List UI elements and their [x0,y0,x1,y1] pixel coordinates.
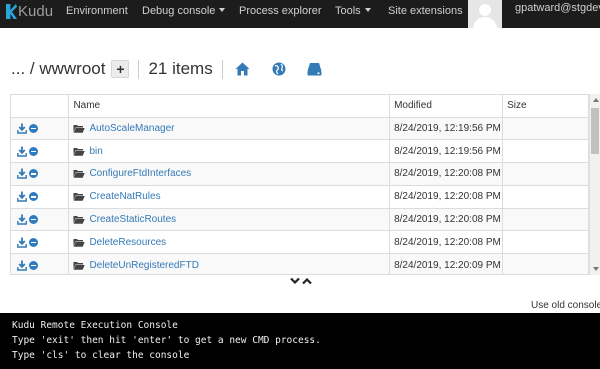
download-icon[interactable] [17,191,27,202]
item-count: 21 items [148,59,213,78]
folder-link[interactable]: CreateNatRules [89,191,160,202]
delete-icon[interactable] [29,146,38,156]
folder-open-icon [73,238,86,247]
row-actions [11,117,70,141]
nav-tools[interactable]: Tools [335,0,371,28]
folder-open-icon [73,261,86,270]
modified-cell: 8/24/2019, 12:20:09 PM [389,253,504,274]
scroll-down-icon[interactable] [593,267,599,271]
delete-icon[interactable] [29,169,38,179]
size-cell [502,185,588,209]
path-bar: ... / wwwroot + 21 items [11,56,325,82]
caret-down-icon [364,8,371,12]
row-actions [11,253,70,274]
folder-open-icon [73,193,86,201]
table-row[interactable]: AutoScaleManager 8/24/2019, 12:19:56 PM [11,117,588,141]
nav-debug-console[interactable]: Debug console [142,0,226,28]
delete-icon[interactable] [29,237,38,247]
divider [138,59,140,79]
download-icon[interactable] [17,260,27,271]
folder-link[interactable]: AutoScaleManager [89,123,174,134]
table-row[interactable]: ConfigureFtdInterfaces 8/24/2019, 12:20:0… [11,162,588,186]
column-header-name[interactable]: Name [68,95,391,118]
row-actions [11,139,70,164]
modified-cell: 8/24/2019, 12:20:08 PM [389,185,504,209]
nav-site-extensions[interactable]: Site extensions [388,0,463,28]
folder-open-icon [73,170,86,179]
modified-cell: 8/24/2019, 12:19:56 PM [389,117,504,141]
row-actions [11,208,70,232]
globe-icon[interactable] [269,59,289,79]
folder-open-icon [73,216,86,224]
size-cell [502,139,588,164]
table-row[interactable]: DeleteUnRegisteredFTD 8/24/2019, 12:20:09… [11,253,588,274]
download-icon[interactable] [17,146,27,157]
delete-icon[interactable] [29,123,38,133]
console-line: Kudu Remote Execution Console [12,320,178,331]
row-actions [11,162,70,186]
new-item-button[interactable]: + [111,60,130,78]
size-cell [502,208,588,232]
download-icon[interactable] [17,237,27,248]
modified-cell: 8/24/2019, 12:20:08 PM [389,230,504,255]
nav-process-explorer[interactable]: Process explorer [239,0,322,28]
folder-link[interactable]: DeleteResources [89,237,166,248]
modified-cell: 8/24/2019, 12:20:08 PM [389,162,504,186]
chevron-down-icon[interactable] [290,277,300,285]
folder-link[interactable]: ConfigureFtdInterfaces [89,168,191,179]
delete-icon[interactable] [29,215,38,225]
folder-open-icon [73,124,86,133]
caret-down-icon [219,8,226,12]
folder-link[interactable]: CreateStaticRoutes [89,214,176,225]
modified-cell: 8/24/2019, 12:20:08 PM [389,208,504,232]
divider [221,59,223,79]
console-line: Type 'exit' then hit 'enter' to get a ne… [12,335,321,346]
folder-open-icon [73,147,86,156]
current-path[interactable]: ... / wwwroot [11,59,105,79]
delete-icon[interactable] [29,260,38,270]
size-cell [502,162,588,186]
scroll-up-icon[interactable] [593,98,599,102]
kudu-logo[interactable]: Kudu [6,3,53,20]
delete-icon[interactable] [29,192,38,202]
drive-icon[interactable] [305,59,325,79]
table-row[interactable]: bin 8/24/2019, 12:19:56 PM [11,139,588,164]
chevron-up-icon[interactable] [302,277,312,285]
download-icon[interactable] [17,168,27,180]
nav-environment[interactable]: Environment [66,0,128,28]
row-actions [11,185,70,209]
column-header-modified[interactable]: Modified [389,95,504,118]
avatar[interactable] [468,0,502,28]
size-cell [502,117,588,141]
file-table: Name Modified Size AutoScaleManager 8/24/… [10,94,589,275]
folder-link[interactable]: DeleteUnRegisteredFTD [89,260,199,271]
use-old-console-link[interactable]: Use old console [531,300,600,311]
size-cell [502,230,588,255]
size-cell [502,253,588,274]
kudu-k-icon [6,4,17,19]
scroll-thumb[interactable] [591,108,599,154]
folder-link[interactable]: bin [89,146,102,157]
modified-cell: 8/24/2019, 12:19:56 PM [389,139,504,164]
table-row[interactable]: DeleteResources 8/24/2019, 12:20:08 PM [11,230,588,255]
home-icon[interactable] [233,59,253,79]
brand-label: Kudu [18,3,54,20]
table-header: Name Modified Size [11,95,588,118]
top-navbar: Kudu Environment Debug console Process e… [0,0,600,28]
pane-resize-controls [290,277,312,285]
table-scrollbar[interactable] [589,94,600,275]
user-name[interactable]: gpatward@stgdevit [515,2,600,14]
table-row[interactable]: CreateNatRules 8/24/2019, 12:20:08 PM [11,185,588,209]
actions-column-header [11,95,70,118]
table-row[interactable]: CreateStaticRoutes 8/24/2019, 12:20:08 PM [11,208,588,232]
console-line: Type 'cls' to clear the console [12,350,190,361]
remote-execution-console[interactable]: Kudu Remote Execution Console Type 'exit'… [0,313,600,369]
download-icon[interactable] [17,214,27,225]
row-actions [11,230,70,255]
column-header-size[interactable]: Size [502,95,588,118]
download-icon[interactable] [17,123,27,134]
